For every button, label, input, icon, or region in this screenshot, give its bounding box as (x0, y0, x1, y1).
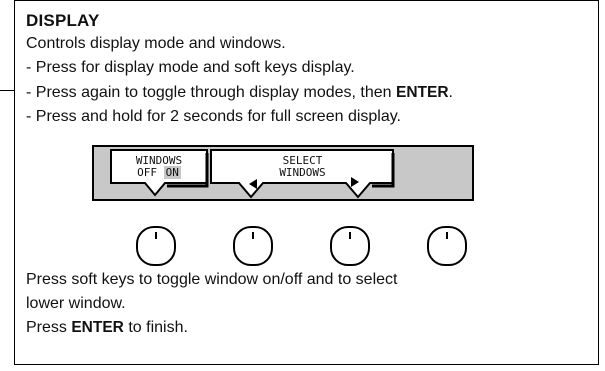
footer-line-2: lower window. (26, 295, 126, 312)
footer-finish: to finish. (123, 319, 188, 336)
footer-enter-keyword: ENTER (71, 319, 124, 336)
windows-softkey-label: WINDOWS OFF ON (115, 155, 203, 179)
callout-leader-line (0, 90, 14, 91)
select-windows-softkey-label: SELECT WINDOWS (235, 155, 370, 179)
softkey-buttons (136, 226, 467, 266)
footer-line-1: Press soft keys to toggle window on/off … (26, 271, 398, 288)
select-softkey-line2: WINDOWS (279, 166, 326, 179)
off-option: OFF (137, 166, 157, 179)
display-help-panel: DISPLAY Controls display mode and window… (14, 0, 599, 365)
on-option-selected: ON (163, 166, 181, 179)
footer-line-3: Press ENTER to finish. (26, 319, 188, 337)
footer-press: Press (26, 319, 72, 336)
windows-softkey-line2: OFF ON (115, 166, 203, 179)
